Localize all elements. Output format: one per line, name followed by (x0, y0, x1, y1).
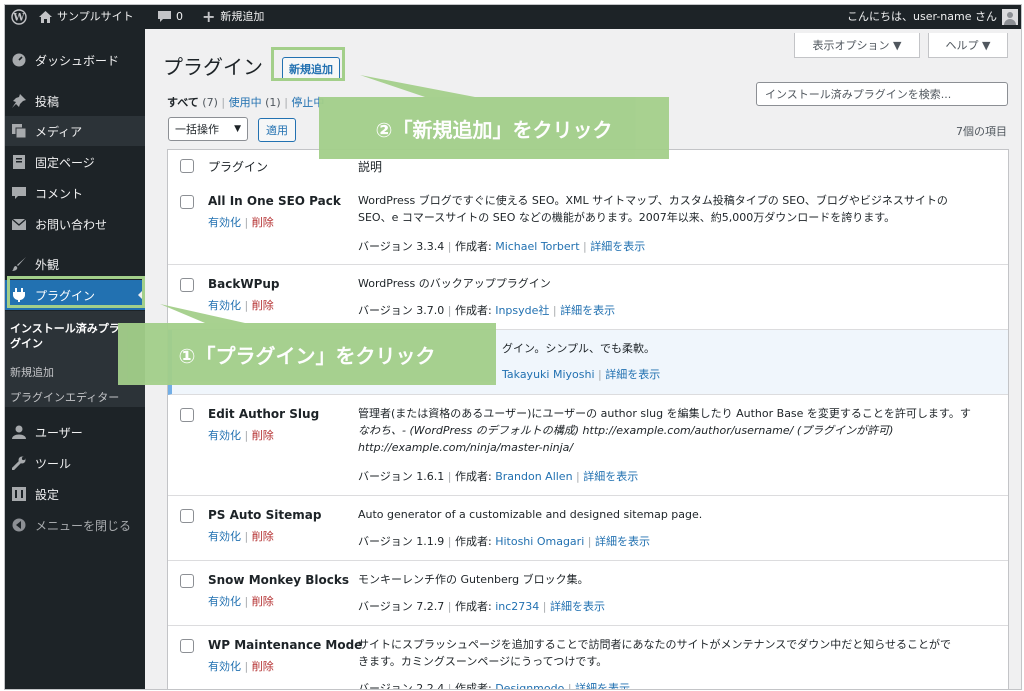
callout-step-1: ①「プラグイン」をクリック (118, 323, 496, 385)
callout-step-2: ②「新規追加」をクリック (319, 97, 669, 159)
browser-frame: W サンプルサイト 0 + 新規追加 こんにちは、user-name さん ダッ… (4, 4, 1022, 690)
